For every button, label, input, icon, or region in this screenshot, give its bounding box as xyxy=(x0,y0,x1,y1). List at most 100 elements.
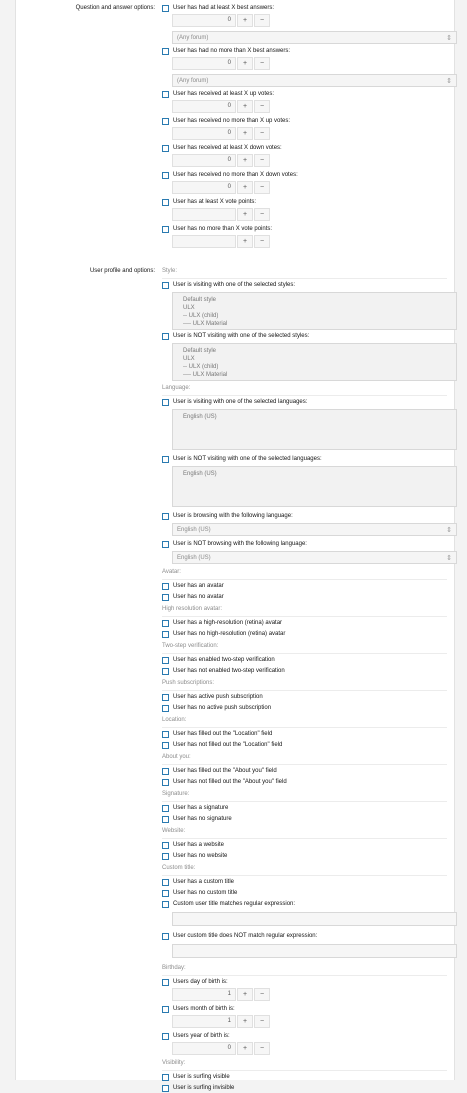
checkbox-box[interactable] xyxy=(162,118,169,125)
stepper-input[interactable]: 0 xyxy=(172,181,236,194)
down-votes-max-stepper[interactable]: 0 + − xyxy=(172,181,447,194)
checkbox-box[interactable] xyxy=(162,513,169,520)
list-option[interactable]: Default style xyxy=(183,296,446,304)
language-not-multiselect[interactable]: English (US) xyxy=(172,466,457,507)
minus-button[interactable]: − xyxy=(254,127,270,140)
checkbox-box[interactable] xyxy=(162,1085,169,1092)
stepper-input[interactable]: 0 xyxy=(172,57,236,70)
minus-button[interactable]: − xyxy=(254,235,270,248)
list-option[interactable]: ULX xyxy=(183,355,446,363)
checkbox-box[interactable] xyxy=(162,1033,169,1040)
title-not-regex-input[interactable] xyxy=(172,944,457,958)
style-multiselect[interactable]: Default style ULX -- ULX (child) ---- UL… xyxy=(172,292,457,330)
list-option[interactable]: -- ULX (child) xyxy=(183,312,446,320)
down-votes-max-checkbox[interactable]: User has received no more than X down vo… xyxy=(162,171,447,180)
checkbox-box[interactable] xyxy=(162,694,169,701)
list-option[interactable]: ---- ULX Material xyxy=(183,320,446,328)
vote-points-max-stepper[interactable]: + − xyxy=(172,235,447,248)
vote-points-max-checkbox[interactable]: User has no more than X vote points: xyxy=(162,225,447,234)
style-not-visiting-checkbox[interactable]: User is NOT visiting with one of the sel… xyxy=(162,332,447,341)
checkbox-box[interactable] xyxy=(162,890,169,897)
checkbox-box[interactable] xyxy=(162,226,169,233)
twostep-enabled-checkbox[interactable]: User has enabled two-step verification xyxy=(162,656,447,665)
plus-button[interactable]: + xyxy=(237,1015,253,1028)
birth-month-stepper[interactable]: 1 + − xyxy=(172,1015,447,1028)
push-active-checkbox[interactable]: User has active push subscription xyxy=(162,693,447,702)
has-avatar-checkbox[interactable]: User has an avatar xyxy=(162,582,447,591)
checkbox-box[interactable] xyxy=(162,668,169,675)
list-option[interactable]: English (US) xyxy=(183,413,446,421)
checkbox-box[interactable] xyxy=(162,853,169,860)
language-browsing-checkbox[interactable]: User is browsing with the following lang… xyxy=(162,512,447,521)
checkbox-box[interactable] xyxy=(162,816,169,823)
checkbox-box[interactable] xyxy=(162,933,169,940)
surfing-visible-checkbox[interactable]: User is surfing visible xyxy=(162,1073,447,1082)
minus-button[interactable]: − xyxy=(254,154,270,167)
list-option[interactable]: ---- ULX Material xyxy=(183,371,446,379)
stepper-input[interactable]: 0 xyxy=(172,154,236,167)
checkbox-box[interactable] xyxy=(162,333,169,340)
checkbox-box[interactable] xyxy=(162,842,169,849)
best-answers-max-stepper[interactable]: 0 + − xyxy=(172,57,447,70)
down-votes-min-checkbox[interactable]: User has received at least X down votes: xyxy=(162,144,447,153)
about-empty-checkbox[interactable]: User has not filled out the "About you" … xyxy=(162,778,447,787)
plus-button[interactable]: + xyxy=(237,57,253,70)
forum-select[interactable]: (Any forum) ⇕ xyxy=(172,74,457,87)
plus-button[interactable]: + xyxy=(237,235,253,248)
up-votes-max-stepper[interactable]: 0 + − xyxy=(172,127,447,140)
checkbox-box[interactable] xyxy=(162,620,169,627)
plus-button[interactable]: + xyxy=(237,1042,253,1055)
stepper-input[interactable]: 1 xyxy=(172,1015,236,1028)
style-visiting-checkbox[interactable]: User is visiting with one of the selecte… xyxy=(162,281,447,290)
stepper-input[interactable]: 0 xyxy=(172,127,236,140)
checkbox-box[interactable] xyxy=(162,1006,169,1013)
birth-year-stepper[interactable]: 0 + − xyxy=(172,1042,447,1055)
up-votes-min-stepper[interactable]: 0 + − xyxy=(172,100,447,113)
checkbox-box[interactable] xyxy=(162,879,169,886)
style-not-multiselect[interactable]: Default style ULX -- ULX (child) ---- UL… xyxy=(172,343,457,381)
birth-day-stepper[interactable]: 1 + − xyxy=(172,988,447,1001)
checkbox-box[interactable] xyxy=(162,805,169,812)
checkbox-box[interactable] xyxy=(162,742,169,749)
stepper-input[interactable] xyxy=(172,208,236,221)
checkbox-box[interactable] xyxy=(162,91,169,98)
language-select[interactable]: English (US) ⇕ xyxy=(172,523,457,536)
checkbox-box[interactable] xyxy=(162,282,169,289)
minus-button[interactable]: − xyxy=(254,100,270,113)
forum-select[interactable]: (Any forum) ⇕ xyxy=(172,31,457,44)
checkbox-box[interactable] xyxy=(162,901,169,908)
minus-button[interactable]: − xyxy=(254,208,270,221)
birth-day-checkbox[interactable]: Users day of birth is: xyxy=(162,978,447,987)
title-not-matches-regex-checkbox[interactable]: User custom title does NOT match regular… xyxy=(162,932,447,941)
title-matches-regex-checkbox[interactable]: Custom user title matches regular expres… xyxy=(162,900,447,909)
list-option[interactable]: ULX xyxy=(183,304,446,312)
has-custom-title-checkbox[interactable]: User has a custom title xyxy=(162,878,447,887)
plus-button[interactable]: + xyxy=(237,100,253,113)
has-signature-checkbox[interactable]: User has a signature xyxy=(162,804,447,813)
best-answers-min-checkbox[interactable]: User has had at least X best answers: xyxy=(162,4,447,13)
no-avatar-checkbox[interactable]: User has no avatar xyxy=(162,593,447,602)
title-regex-input[interactable] xyxy=(172,912,457,926)
list-option[interactable]: Default style xyxy=(183,347,446,355)
checkbox-box[interactable] xyxy=(162,172,169,179)
checkbox-box[interactable] xyxy=(162,768,169,775)
checkbox-box[interactable] xyxy=(162,631,169,638)
minus-button[interactable]: − xyxy=(254,988,270,1001)
language-not-select[interactable]: English (US) ⇕ xyxy=(172,551,457,564)
stepper-input[interactable]: 0 xyxy=(172,100,236,113)
language-visiting-checkbox[interactable]: User is visiting with one of the selecte… xyxy=(162,398,447,407)
birth-year-checkbox[interactable]: Users year of birth is: xyxy=(162,1032,447,1041)
twostep-disabled-checkbox[interactable]: User has not enabled two-step verificati… xyxy=(162,667,447,676)
checkbox-box[interactable] xyxy=(162,145,169,152)
plus-button[interactable]: + xyxy=(237,154,253,167)
checkbox-box[interactable] xyxy=(162,399,169,406)
checkbox-box[interactable] xyxy=(162,731,169,738)
checkbox-box[interactable] xyxy=(162,541,169,548)
plus-button[interactable]: + xyxy=(237,208,253,221)
checkbox-box[interactable] xyxy=(162,657,169,664)
no-hires-avatar-checkbox[interactable]: User has no high-resolution (retina) ava… xyxy=(162,630,447,639)
no-custom-title-checkbox[interactable]: User has no custom title xyxy=(162,889,447,898)
checkbox-box[interactable] xyxy=(162,199,169,206)
checkbox-box[interactable] xyxy=(162,779,169,786)
surfing-invisible-checkbox[interactable]: User is surfing invisible xyxy=(162,1084,447,1093)
